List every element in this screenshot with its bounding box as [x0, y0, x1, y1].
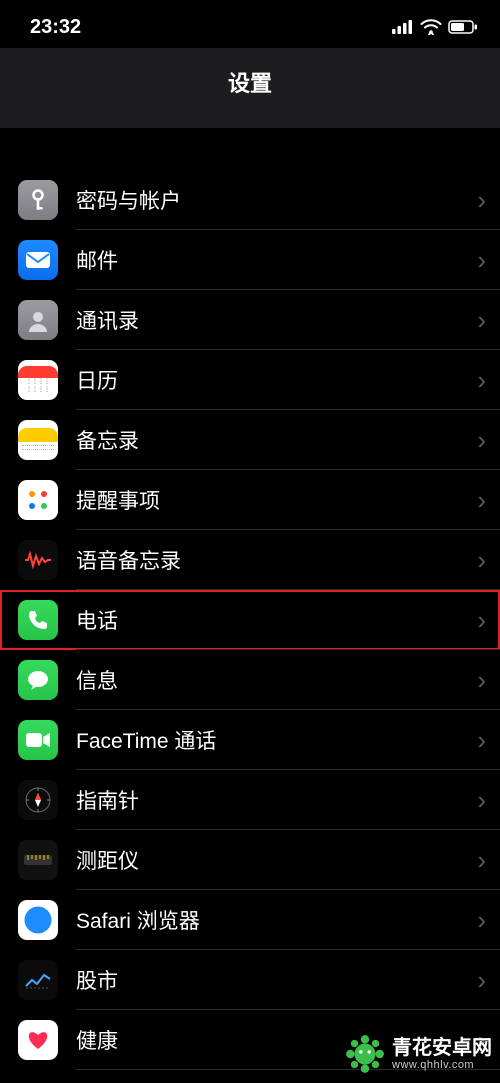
calendar-icon: ⋮⋮⋮⋮⋮⋮⋮⋮: [18, 360, 58, 400]
row-label: 提醒事项: [76, 485, 477, 515]
wifi-icon: [420, 19, 442, 35]
chevron-right-icon: ›: [477, 725, 486, 756]
messages-icon: [18, 660, 58, 700]
reminders-icon: [18, 480, 58, 520]
chevron-right-icon: ›: [477, 425, 486, 456]
row-stocks[interactable]: 股市 ›: [18, 950, 500, 1010]
facetime-icon: [18, 720, 58, 760]
chevron-right-icon: ›: [477, 485, 486, 516]
chevron-right-icon: ›: [477, 845, 486, 876]
row-contacts[interactable]: 通讯录 ›: [18, 290, 500, 350]
notes-icon: [18, 420, 58, 460]
measure-icon: [18, 840, 58, 880]
row-label: 电话: [76, 605, 477, 635]
row-voicememo[interactable]: 语音备忘录 ›: [18, 530, 500, 590]
row-label: 日历: [76, 365, 477, 395]
row-label: 语音备忘录: [76, 545, 477, 575]
battery-icon: [448, 20, 478, 34]
section-spacer: [0, 128, 500, 170]
row-label: 备忘录: [76, 425, 477, 455]
row-facetime[interactable]: FaceTime 通话 ›: [18, 710, 500, 770]
chevron-right-icon: ›: [477, 905, 486, 936]
watermark-brand: 青花安卓网: [392, 1038, 492, 1059]
row-safari[interactable]: Safari 浏览器 ›: [18, 890, 500, 950]
signal-icon: [392, 20, 414, 34]
phone-icon: [18, 600, 58, 640]
chevron-right-icon: ›: [477, 245, 486, 276]
row-notes[interactable]: 备忘录 ›: [18, 410, 500, 470]
key-icon: [18, 180, 58, 220]
clock: 23:32: [30, 16, 81, 39]
watermark-url: www.qhhlv.com: [392, 1059, 492, 1071]
row-label: 指南针: [76, 785, 477, 815]
contacts-icon: [18, 300, 58, 340]
watermark: 青花安卓网 www.qhhlv.com: [344, 1033, 492, 1075]
status-indicators: [392, 19, 478, 35]
row-label: 股市: [76, 965, 477, 995]
voicememo-icon: [18, 540, 58, 580]
row-messages[interactable]: 信息 ›: [18, 650, 500, 710]
mail-icon: [18, 240, 58, 280]
page-title: 设置: [0, 48, 500, 128]
row-label: 邮件: [76, 245, 477, 275]
chevron-right-icon: ›: [477, 665, 486, 696]
compass-icon: [18, 780, 58, 820]
chevron-right-icon: ›: [477, 545, 486, 576]
safari-icon: [18, 900, 58, 940]
chevron-right-icon: ›: [477, 965, 486, 996]
settings-list[interactable]: 密码与帐户 › 邮件 › 通讯录 › ⋮⋮⋮⋮⋮⋮⋮⋮ 日历 › 备忘录 › 提…: [0, 170, 500, 1070]
row-phone[interactable]: 电话 ›: [0, 590, 500, 650]
stocks-icon: [18, 960, 58, 1000]
chevron-right-icon: ›: [477, 785, 486, 816]
watermark-logo-icon: [344, 1033, 386, 1075]
row-measure[interactable]: 测距仪 ›: [18, 830, 500, 890]
row-passwords[interactable]: 密码与帐户 ›: [18, 170, 500, 230]
row-label: 密码与帐户: [76, 185, 477, 215]
chevron-right-icon: ›: [477, 365, 486, 396]
status-bar: 23:32: [0, 0, 500, 48]
row-label: Safari 浏览器: [76, 905, 477, 935]
row-reminders[interactable]: 提醒事项 ›: [18, 470, 500, 530]
row-calendar[interactable]: ⋮⋮⋮⋮⋮⋮⋮⋮ 日历 ›: [18, 350, 500, 410]
row-mail[interactable]: 邮件 ›: [18, 230, 500, 290]
row-label: 信息: [76, 665, 477, 695]
row-label: 通讯录: [76, 305, 477, 335]
row-compass[interactable]: 指南针 ›: [18, 770, 500, 830]
chevron-right-icon: ›: [477, 305, 486, 336]
chevron-right-icon: ›: [477, 605, 486, 636]
row-label: FaceTime 通话: [76, 725, 477, 755]
chevron-right-icon: ›: [477, 185, 486, 216]
row-label: 测距仪: [76, 845, 477, 875]
health-icon: [18, 1020, 58, 1060]
